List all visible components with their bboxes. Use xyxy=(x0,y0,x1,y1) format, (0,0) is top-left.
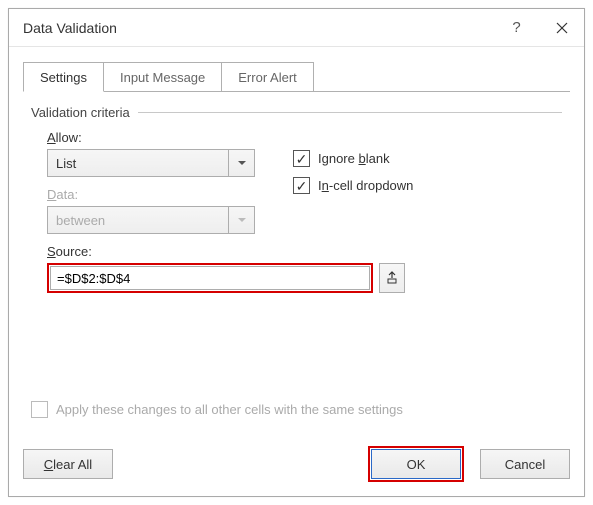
cancel-button[interactable]: Cancel xyxy=(480,449,570,479)
tab-settings[interactable]: Settings xyxy=(23,62,104,92)
dialog-footer: Clear All OK Cancel xyxy=(9,446,584,496)
allow-select[interactable]: List xyxy=(47,149,255,177)
source-highlight xyxy=(47,263,373,293)
tab-input-message[interactable]: Input Message xyxy=(103,62,222,92)
help-button[interactable]: ? xyxy=(494,9,539,47)
close-button[interactable] xyxy=(539,9,584,47)
tab-bar: Settings Input Message Error Alert xyxy=(23,61,570,91)
criteria-area: Allow: List Data: between ✓ xyxy=(31,130,562,293)
allow-label: Allow: xyxy=(47,130,269,145)
source-input[interactable] xyxy=(50,266,370,290)
range-picker-icon xyxy=(385,271,399,285)
ignore-blank-label: Ignore blank xyxy=(318,151,390,166)
help-icon: ? xyxy=(512,19,520,36)
dialog-body: Settings Input Message Error Alert Valid… xyxy=(9,47,584,446)
validation-criteria-label: Validation criteria xyxy=(31,105,130,120)
checkbox-box: ✓ xyxy=(293,177,310,194)
ignore-blank-checkbox[interactable]: ✓ Ignore blank xyxy=(293,150,413,167)
window-title: Data Validation xyxy=(23,20,494,36)
titlebar: Data Validation ? xyxy=(9,9,584,47)
incell-dropdown-label: In-cell dropdown xyxy=(318,178,413,193)
apply-to-all-checkbox: Apply these changes to all other cells w… xyxy=(23,401,570,432)
checkbox-box: ✓ xyxy=(293,150,310,167)
source-label: Source: xyxy=(47,244,562,259)
chevron-down-icon xyxy=(228,150,254,176)
settings-panel: Validation criteria Allow: List Data: be… xyxy=(23,91,570,401)
incell-dropdown-checkbox[interactable]: ✓ In-cell dropdown xyxy=(293,177,413,194)
divider xyxy=(138,112,562,113)
checkbox-box xyxy=(31,401,48,418)
apply-to-all-label: Apply these changes to all other cells w… xyxy=(56,402,403,417)
tab-underline xyxy=(313,91,570,92)
data-select: between xyxy=(47,206,255,234)
range-picker-button[interactable] xyxy=(379,263,405,293)
data-label: Data: xyxy=(47,187,269,202)
data-value: between xyxy=(56,213,228,228)
ok-button[interactable]: OK xyxy=(371,449,461,479)
clear-all-button[interactable]: Clear All xyxy=(23,449,113,479)
fieldset-header: Validation criteria xyxy=(31,105,562,120)
data-validation-dialog: Data Validation ? Settings Input Message… xyxy=(8,8,585,497)
tab-error-alert[interactable]: Error Alert xyxy=(221,62,314,92)
close-icon xyxy=(556,22,568,34)
allow-value: List xyxy=(56,156,228,171)
chevron-down-icon xyxy=(228,207,254,233)
ok-highlight: OK xyxy=(368,446,464,482)
